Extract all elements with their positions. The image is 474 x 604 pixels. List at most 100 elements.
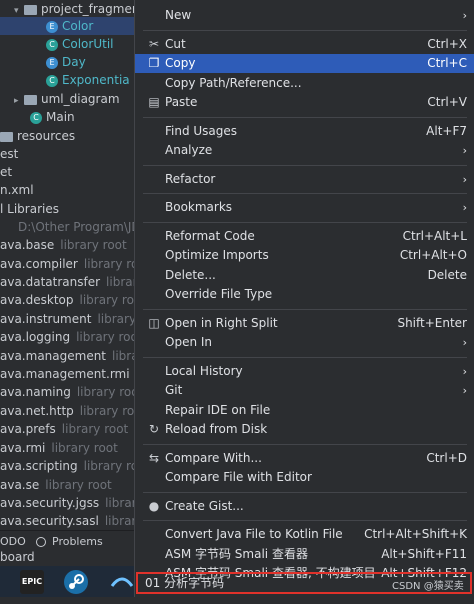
menu-separator <box>143 116 467 118</box>
menu-item[interactable]: Compare File with Editor <box>135 468 474 487</box>
folder-icon <box>24 94 37 105</box>
tree-row[interactable]: D:\Other Program\JD <box>0 218 140 236</box>
tree-row-label: ava.naming <box>0 385 71 399</box>
tree-row-label: ava.se <box>0 478 40 492</box>
tree-row[interactable]: C ColorUtil <box>0 35 114 53</box>
tree-row-label: ava.security.sasl <box>0 514 99 528</box>
tree-row[interactable]: n.xml <box>0 181 34 199</box>
menu-item[interactable]: ◫ Open in Right Split Shift+Enter <box>135 314 474 333</box>
tree-row-label: ava.compiler <box>0 257 78 271</box>
menu-item[interactable]: Delete... Delete <box>135 266 474 285</box>
menu-item[interactable]: ● Create Gist... <box>135 497 474 516</box>
library-root-label: library root <box>79 293 141 307</box>
tree-row[interactable]: ava.prefs library root <box>0 420 128 438</box>
class-icon: C <box>30 111 42 124</box>
tree-row[interactable]: C Exponentia <box>0 71 130 89</box>
chevron-right-icon: › <box>462 201 467 214</box>
project-tree[interactable]: ▾ project_fragmen E Color C ColorUtil E Day C Exp… <box>0 0 140 550</box>
tree-row[interactable]: resources <box>0 127 75 145</box>
menu-separator <box>143 308 467 310</box>
menu-item[interactable]: Open In › <box>135 333 474 352</box>
tree-row-label: ColorUtil <box>62 37 114 51</box>
menu-item-label: New <box>165 8 192 22</box>
menu-item-label: Analyze <box>165 143 213 157</box>
tree-row[interactable]: E Color <box>0 17 140 35</box>
menu-separator <box>143 164 467 166</box>
library-root-label: library root <box>76 330 140 344</box>
tree-row[interactable]: E Day <box>0 53 86 71</box>
menu-item-label: Bookmarks <box>165 200 233 214</box>
menu-item[interactable]: New › <box>135 6 474 25</box>
tree-row[interactable]: ava.rmi library root <box>0 439 118 457</box>
menu-item[interactable]: ✂ Cut Ctrl+X <box>135 35 474 54</box>
tree-row[interactable]: l Libraries <box>0 200 59 218</box>
menu-item[interactable]: Bookmarks › <box>135 198 474 217</box>
menu-item[interactable]: ↻ Reload from Disk <box>135 420 474 439</box>
epic-games-icon[interactable]: EPIC <box>20 570 44 594</box>
tree-row-label: ava.scripting <box>0 459 78 473</box>
tree-row[interactable]: ava.compiler library root <box>0 255 140 273</box>
menu-item-label: Cut <box>165 36 186 51</box>
menu-item[interactable]: Optimize Imports Ctrl+Alt+O <box>135 246 474 265</box>
context-menu: New › ✂ Cut Ctrl+X ❐ Copy Ctrl+C Copy Path/Refer… <box>134 0 474 597</box>
menu-item-label: Paste <box>165 95 198 109</box>
tree-row[interactable]: ava.net.http library root <box>0 402 140 420</box>
steam-icon[interactable] <box>64 570 88 594</box>
menu-item-shortcut: Ctrl+Alt+Shift+K <box>364 527 467 541</box>
tree-row[interactable]: ava.scripting library root <box>0 457 140 475</box>
tree-row[interactable]: ava.desktop library root <box>0 291 140 309</box>
tree-row[interactable]: ava.managementlibrary r <box>0 347 140 365</box>
copy-icon: ❐ <box>148 56 160 70</box>
menu-item[interactable]: ❐ Copy Ctrl+C <box>135 54 474 73</box>
library-root-label: library root <box>60 238 127 252</box>
menu-item[interactable]: Analyze › <box>135 141 474 160</box>
tree-row-label: ava.instrument <box>0 312 92 326</box>
menu-item[interactable]: Override File Type <box>135 285 474 304</box>
menu-item[interactable]: ⇆ Compare With... Ctrl+D <box>135 449 474 468</box>
tree-row-label: ava.management <box>0 349 107 363</box>
tree-row[interactable]: ava.management.rmili <box>0 365 140 383</box>
tree-row[interactable]: ava.logging library root <box>0 328 140 346</box>
tree-row-label: resources <box>17 129 76 143</box>
menu-item-label: ASM 字节码 Smali 查看器 <box>165 546 308 561</box>
menu-item[interactable]: Git › <box>135 381 474 400</box>
menu-item[interactable]: Reformat Code Ctrl+Alt+L <box>135 227 474 246</box>
menu-item-label: Repair IDE on File <box>165 402 271 417</box>
menu-item[interactable]: Find Usages Alt+F7 <box>135 122 474 141</box>
menu-item[interactable]: Repair IDE on File <box>135 401 474 420</box>
menu-item-shortcut: Ctrl+C <box>427 56 467 70</box>
menu-item-label: Optimize Imports <box>165 248 269 262</box>
menu-item[interactable]: ASM 字节码 Smali 查看器 Alt+Shift+F11 <box>135 545 474 564</box>
tree-row[interactable]: est <box>0 145 18 163</box>
tree-row[interactable]: ▾ project_fragmen <box>0 0 139 18</box>
chevron-right-icon: › <box>462 172 467 186</box>
menu-separator <box>143 221 467 223</box>
class-icon: C <box>46 38 58 51</box>
tree-row-label: ava.prefs <box>0 422 56 436</box>
menu-item[interactable]: Copy Path/Reference... <box>135 74 474 93</box>
menu-item[interactable]: ▤ Paste Ctrl+V <box>135 93 474 112</box>
board-tab[interactable]: board <box>0 548 140 566</box>
menu-item-shortcut: Ctrl+D <box>426 450 467 465</box>
tree-row-label: ava.rmi <box>0 441 46 455</box>
paste-icon: ▤ <box>148 95 160 109</box>
tree-row[interactable]: et <box>0 163 12 181</box>
tree-row[interactable]: ava.instrumentlibrary root <box>0 310 140 328</box>
library-root-label: library root <box>61 422 129 436</box>
folder-icon <box>0 131 13 142</box>
tree-row[interactable]: ava.security.jgsslibrary roo <box>0 494 140 512</box>
tree-row[interactable]: ava.naming library root <box>0 383 140 401</box>
tree-row[interactable]: ▸ uml_diagram <box>0 90 120 108</box>
menu-item[interactable]: Local History › <box>135 362 474 381</box>
menu-item[interactable]: Convert Java File to Kotlin File Ctrl+Alt… <box>135 525 474 544</box>
menu-item-label: Local History <box>165 363 243 378</box>
tree-row[interactable]: ava.datatransferlibrary root <box>0 273 140 291</box>
menu-item-shortcut: Alt+Shift+F11 <box>381 546 467 561</box>
menu-item[interactable]: Refactor › <box>135 170 474 189</box>
tree-row[interactable]: ava.se library root <box>0 476 112 494</box>
tree-row[interactable]: C Main <box>0 108 75 126</box>
tree-row[interactable]: ava.base library root <box>0 236 127 254</box>
tree-row-label: l Libraries <box>0 202 59 216</box>
app-icon[interactable] <box>110 570 134 594</box>
tree-row[interactable]: ava.security.sasllibrary roo <box>0 512 140 530</box>
